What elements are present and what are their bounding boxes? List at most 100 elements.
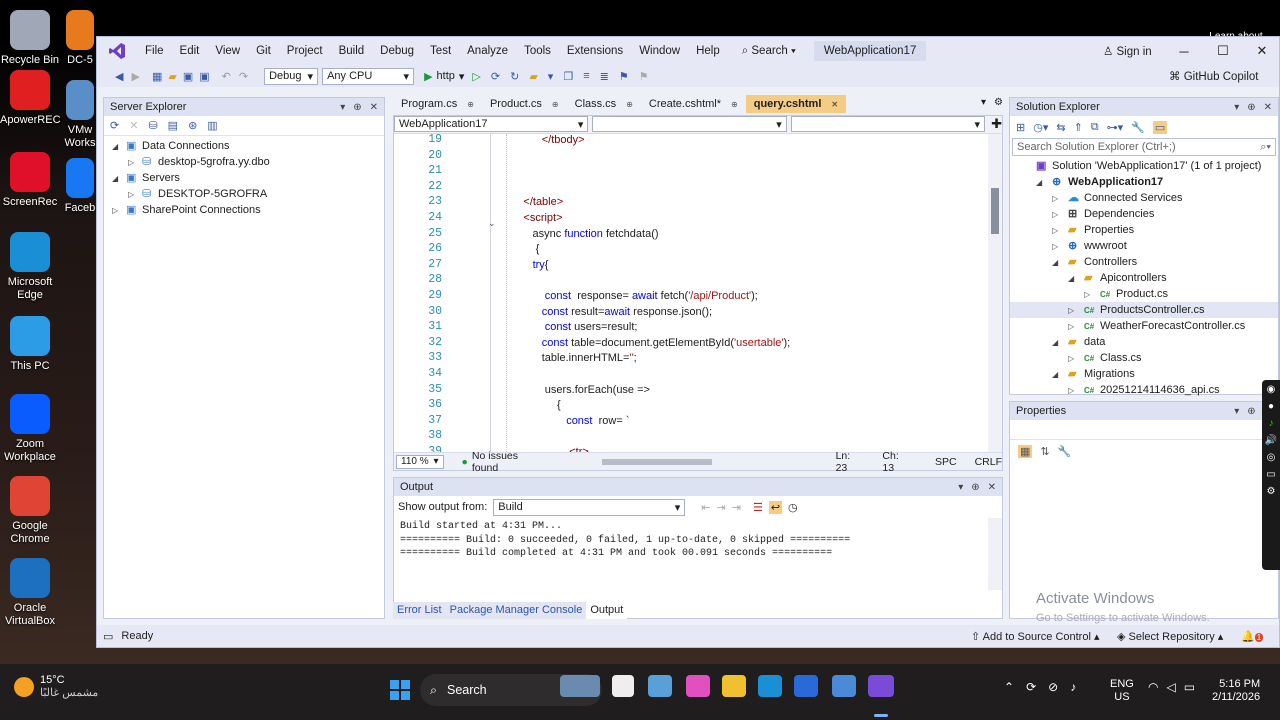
refresh-icon[interactable]: ⟳ bbox=[110, 119, 119, 132]
filter-icon[interactable]: ⊶▾ bbox=[1107, 121, 1124, 134]
horizontal-scrollbar[interactable] bbox=[592, 458, 813, 466]
sign-in-button[interactable]: ♙ Sign in bbox=[1103, 44, 1152, 58]
server-explorer-item[interactable]: ▷ ⛁ DESKTOP-5GROFRA bbox=[104, 186, 384, 202]
code-line[interactable]: async function fetchdata() bbox=[502, 226, 659, 242]
menu-test[interactable]: Test bbox=[422, 45, 459, 57]
solution-item[interactable]: ▷ ⊞ Dependencies bbox=[1010, 206, 1278, 222]
record-icon[interactable]: ● bbox=[1268, 401, 1274, 412]
menu-tools[interactable]: Tools bbox=[516, 45, 559, 57]
pin-icon[interactable]: ⊕ bbox=[1247, 102, 1255, 113]
collapse-icon[interactable]: ⌄ bbox=[488, 218, 496, 229]
property-pages-icon[interactable]: 🔧 bbox=[1058, 445, 1072, 458]
visual-studio-icon[interactable] bbox=[868, 675, 894, 697]
settings-icon[interactable]: ⚙ bbox=[1267, 486, 1276, 497]
clock[interactable]: 5:16 PM 2/11/2026 bbox=[1212, 678, 1260, 704]
split-icon[interactable]: ✚ bbox=[991, 116, 1002, 133]
edge-icon[interactable] bbox=[758, 675, 782, 697]
column-indicator[interactable]: Ch: 13 bbox=[882, 450, 913, 474]
dropdown-icon[interactable]: ▾ bbox=[958, 482, 963, 493]
close-icon[interactable]: ✕ bbox=[831, 100, 838, 109]
desktop-icon[interactable]: DC-5 bbox=[64, 10, 96, 67]
menu-project[interactable]: Project bbox=[279, 45, 331, 57]
desktop-icon[interactable]: This PC bbox=[0, 316, 60, 373]
expander-icon[interactable]: ◢ bbox=[1052, 255, 1068, 270]
save-all-icon[interactable]: ▣ bbox=[199, 70, 209, 83]
alphabetical-icon[interactable]: ⇅ bbox=[1040, 445, 1049, 458]
sync-icon[interactable]: ⇆ bbox=[1056, 121, 1065, 134]
menu-help[interactable]: Help bbox=[688, 45, 728, 57]
mic-icon[interactable]: ♪ bbox=[1070, 680, 1076, 694]
solution-item[interactable]: ▷ C# Class.cs bbox=[1010, 350, 1278, 366]
expander-icon[interactable]: ▷ bbox=[1068, 303, 1084, 318]
solution-item[interactable]: ◢ ▰ Controllers bbox=[1010, 254, 1278, 270]
goto-message-icons[interactable]: ⇤⇥⇥ bbox=[701, 501, 747, 514]
menu-file[interactable]: File bbox=[137, 45, 172, 57]
next-bookmark-icon[interactable]: ⚑ bbox=[639, 70, 649, 83]
line-ending-indicator[interactable]: CRLF bbox=[975, 456, 1002, 468]
system-tray[interactable]: ⌃ ⟳ ⊘ ♪ bbox=[1004, 680, 1076, 694]
select-repository-button[interactable]: ◈ Select Repository ▴ bbox=[1117, 630, 1223, 643]
desktop-icon[interactable]: Faceb bbox=[64, 158, 96, 215]
project-combo[interactable]: WebApplication17 ▾ bbox=[394, 116, 589, 132]
pin-icon[interactable]: ⊕ bbox=[971, 482, 979, 493]
output-source-select[interactable]: Build ▾ bbox=[493, 498, 686, 516]
server-explorer-item[interactable]: ◢ ▣ Servers bbox=[104, 170, 384, 186]
azure-icon[interactable]: ⊛ bbox=[188, 119, 197, 132]
hot-reload-icon[interactable]: ↻ bbox=[510, 70, 519, 83]
pin-icon[interactable]: ⊕ bbox=[626, 100, 633, 109]
tab-class-cs[interactable]: Class.cs ⊕ bbox=[567, 95, 641, 113]
open-folder-icon[interactable]: ▰ bbox=[168, 70, 176, 83]
pin-icon[interactable]: ⊕ bbox=[467, 100, 474, 109]
tab-create-cshtml-[interactable]: Create.cshtml* ⊕ bbox=[641, 95, 746, 113]
pin-icon[interactable]: ⊕ bbox=[353, 102, 361, 113]
code-line[interactable]: const row= ` bbox=[502, 413, 629, 429]
connect-db-icon[interactable]: ⛁ bbox=[148, 119, 157, 132]
screenshot-icon[interactable] bbox=[648, 675, 672, 697]
connect-server-icon[interactable]: ▤ bbox=[168, 119, 178, 132]
line-indicator[interactable]: Ln: 23 bbox=[836, 450, 865, 474]
expander-icon[interactable]: ◢ bbox=[112, 171, 126, 186]
notifications-button[interactable]: 🔔 1 bbox=[1241, 630, 1264, 643]
code-line[interactable]: const table=document.getElementById('use… bbox=[502, 335, 791, 351]
history-icon[interactable]: ◷▾ bbox=[1033, 121, 1048, 134]
server-explorer-item[interactable]: ▷ ⛁ desktop-5grofra.yy.dbo bbox=[104, 154, 384, 170]
clock-icon[interactable]: ◷ bbox=[788, 501, 798, 514]
solution-item[interactable]: ▷ ☁ Connected Services bbox=[1010, 190, 1278, 206]
solution-item[interactable]: ◢ ▰ Apicontrollers bbox=[1010, 270, 1278, 286]
flag-icon[interactable]: ⚑ bbox=[619, 70, 629, 83]
solution-item[interactable]: ▣ Solution 'WebApplication17' (1 of 1 pro… bbox=[1010, 158, 1278, 174]
configuration-select[interactable]: Debug ▾ bbox=[264, 67, 319, 85]
zoom-select[interactable]: 110 % ▾ bbox=[396, 454, 444, 469]
solution-item[interactable]: ▷ ▰ Properties bbox=[1010, 222, 1278, 238]
add-source-control-button[interactable]: ⇧ Add to Source Control ▴ bbox=[971, 630, 1099, 643]
dropdown-icon[interactable]: ▾ bbox=[1234, 406, 1239, 417]
solution-name-badge[interactable]: WebApplication17 bbox=[813, 41, 927, 61]
code-line[interactable]: try{ bbox=[502, 257, 549, 273]
indent-icon[interactable]: ≡ bbox=[583, 70, 589, 82]
server-explorer-item[interactable]: ▷ ▣ SharePoint Connections bbox=[104, 202, 384, 218]
github-copilot-button[interactable]: ⌘ GitHub Copilot bbox=[1169, 69, 1259, 83]
preview-icon[interactable]: ▭ bbox=[1152, 120, 1168, 134]
platform-select[interactable]: Any CPU ▾ bbox=[322, 67, 415, 85]
tab-program-cs[interactable]: Program.cs ⊕ bbox=[393, 95, 482, 113]
code-line[interactable]: { bbox=[502, 241, 540, 257]
code-line[interactable]: const result=await response.json(); bbox=[502, 304, 712, 320]
mic-icon[interactable]: ♪ bbox=[1269, 418, 1274, 429]
expander-icon[interactable]: ◢ bbox=[1068, 271, 1084, 286]
menu-view[interactable]: View bbox=[207, 45, 248, 57]
new-project-icon[interactable]: ▦ bbox=[152, 70, 162, 83]
code-line[interactable]: table.innerHTML=''; bbox=[502, 350, 637, 366]
solution-item[interactable]: ◢ ⊕ WebApplication17 bbox=[1010, 174, 1278, 190]
type-combo[interactable]: ▾ bbox=[592, 116, 787, 132]
menu-analyze[interactable]: Analyze bbox=[459, 45, 516, 57]
desktop-icon[interactable]: Oracle VirtualBox bbox=[0, 558, 60, 628]
code-line[interactable]: users.forEach(use => bbox=[502, 382, 650, 398]
sharepoint-icon[interactable]: ▥ bbox=[207, 119, 217, 132]
categorized-icon[interactable]: ▦ bbox=[1018, 444, 1033, 458]
desktop-icon[interactable]: ApowerREC bbox=[0, 70, 61, 127]
close-window-button[interactable]: ✕ bbox=[1243, 37, 1280, 65]
solution-item[interactable]: ◢ ▰ Migrations bbox=[1010, 366, 1278, 382]
code-line[interactable]: const response= await fetch('/api/Produc… bbox=[502, 288, 758, 304]
expander-icon[interactable]: ▷ bbox=[1068, 383, 1084, 398]
clear-all-icon[interactable]: ☰ bbox=[753, 501, 763, 514]
